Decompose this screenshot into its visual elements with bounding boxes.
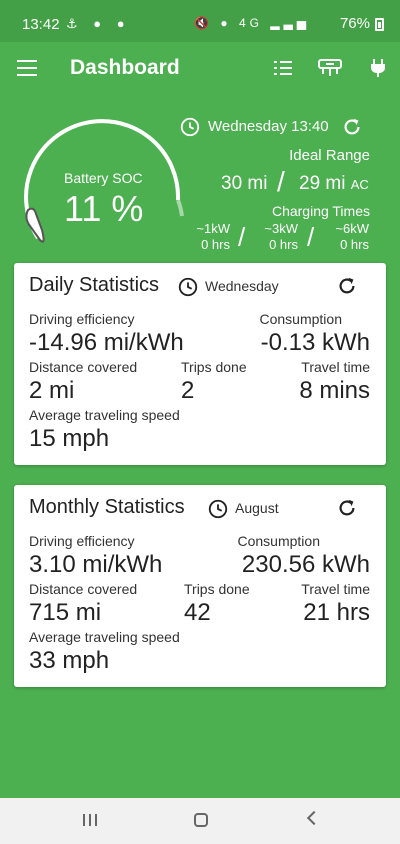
range-mi: 30 mi: [221, 173, 268, 194]
range-ac-value: 29 mi: [299, 173, 346, 194]
plug-icon[interactable]: [366, 56, 390, 80]
soc-label: Battery SOC: [64, 170, 143, 186]
battery-percent: 76%: [339, 15, 370, 32]
status-time: 13:42: [22, 16, 60, 33]
trips-label: Trips done: [181, 359, 247, 375]
charging-6kw: ~6kW 0 hrs: [327, 221, 369, 253]
avg-speed-label: Average traveling speed: [29, 407, 180, 423]
travel-time-value: 21 hrs: [303, 599, 370, 626]
charging-separator: /: [238, 222, 246, 252]
charging-time: 0 hrs: [269, 237, 298, 252]
refresh-icon[interactable]: [336, 497, 358, 519]
trips-value: 2: [181, 377, 195, 404]
charging-separator: /: [307, 222, 315, 252]
back-button[interactable]: [306, 810, 322, 826]
ideal-range-label: Ideal Range: [289, 147, 370, 164]
range-ac-suffix: AC: [350, 177, 369, 192]
monthly-statistics-card: Monthly Statistics August Driving effici…: [14, 485, 386, 687]
recent-apps-button[interactable]: [83, 814, 97, 826]
soc-value: 11 %: [64, 188, 144, 229]
header-datetime: Wednesday 13:40: [208, 118, 329, 135]
daily-title: Daily Statistics: [29, 274, 160, 296]
home-button[interactable]: [194, 813, 208, 827]
page-title: Dashboard: [70, 56, 180, 79]
clock-icon: [208, 499, 228, 519]
consumption-label: Consumption: [259, 311, 343, 327]
consumption-value: 230.56 kWh: [241, 551, 370, 578]
menu-icon[interactable]: [17, 60, 37, 76]
consumption-label: Consumption: [237, 533, 321, 549]
travel-time-label: Travel time: [301, 359, 370, 375]
list-icon[interactable]: [271, 56, 295, 80]
distance-value: 715 mi: [29, 599, 102, 626]
clock-icon: [180, 117, 200, 137]
refresh-icon[interactable]: [336, 275, 358, 297]
charging-power: ~6kW: [335, 221, 369, 236]
driving-efficiency-value: 3.10 mi/kWh: [29, 551, 163, 578]
battery-icon: [375, 18, 384, 31]
signal-icons: 🔇 ● 4G ▂▃▅: [194, 16, 310, 30]
distance-value: 2 mi: [29, 377, 75, 404]
charging-1kw: ~1kW 0 hrs: [190, 221, 230, 253]
clock-icon: [178, 277, 198, 297]
driving-efficiency-label: Driving efficiency: [29, 311, 135, 327]
range-separator: /: [277, 166, 285, 197]
refresh-icon[interactable]: [341, 116, 363, 138]
travel-time-label: Travel time: [301, 581, 370, 597]
trips-label: Trips done: [184, 581, 250, 597]
notification-icons: ⚓ ● ●: [66, 16, 131, 31]
distance-label: Distance covered: [29, 581, 138, 597]
driving-efficiency-value: -14.96 mi/kWh: [29, 329, 184, 356]
car-connect-icon[interactable]: [317, 56, 343, 80]
charging-times-label: Charging Times: [271, 203, 370, 219]
distance-label: Distance covered: [29, 359, 138, 375]
monthly-title: Monthly Statistics: [29, 496, 185, 518]
charging-power: ~1kW: [196, 221, 230, 236]
range-ac: 29 mi AC: [299, 173, 369, 195]
system-nav-bar: [0, 798, 400, 844]
avg-speed-value: 15 mph: [29, 425, 110, 452]
app-bar: Dashboard: [0, 42, 400, 96]
trips-value: 42: [184, 599, 211, 626]
charging-time: 0 hrs: [340, 237, 369, 252]
driving-efficiency-label: Driving efficiency: [29, 533, 135, 549]
charging-3kw: ~3kW 0 hrs: [258, 221, 298, 253]
daily-period: Wednesday: [205, 278, 279, 294]
travel-time-value: 8 mins: [299, 377, 370, 404]
status-bar: 13:42 ⚓ ● ● 🔇 ● 4G ▂▃▅ 76%: [0, 0, 400, 42]
avg-speed-value: 33 mph: [29, 647, 110, 674]
monthly-period: August: [235, 500, 279, 516]
avg-speed-label: Average traveling speed: [29, 629, 180, 645]
charging-power: ~3kW: [264, 221, 298, 236]
consumption-value: -0.13 kWh: [260, 329, 370, 356]
charging-time: 0 hrs: [201, 237, 230, 252]
network-type: 4G: [238, 16, 263, 30]
daily-statistics-card: Daily Statistics Wednesday Driving effic…: [14, 263, 386, 465]
